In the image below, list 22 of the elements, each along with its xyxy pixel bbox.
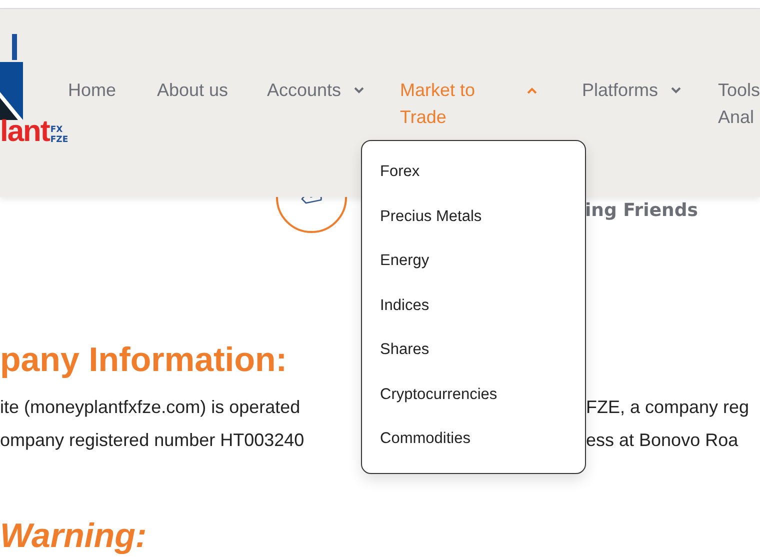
logo-superscript: FX	[50, 125, 64, 135]
nav-link[interactable]: Tools Anal	[718, 77, 760, 197]
nav-link[interactable]: Platforms	[582, 77, 718, 197]
logo-icon	[0, 34, 23, 120]
feature-label: ing Friends	[585, 200, 698, 221]
logo-text: lant	[0, 116, 50, 148]
paragraph-text: ite (moneyplantfxfze.com) is operated	[0, 396, 300, 419]
menu-item[interactable]: Precius Metals	[380, 206, 482, 250]
logo-superscript: FZE	[50, 135, 68, 145]
section-heading: pany Information:	[0, 340, 288, 381]
menu-item[interactable]: Forex	[380, 161, 420, 206]
section-heading: Warning:	[0, 516, 147, 557]
paragraph-text: ess at Bonovo Roa	[586, 429, 738, 452]
menu-item[interactable]: Energy	[380, 250, 430, 295]
menu-item[interactable]: Shares	[380, 339, 430, 384]
nav-link[interactable]: About us	[157, 77, 267, 197]
nav-link[interactable]: Home	[68, 77, 157, 197]
menu-item[interactable]: Indices	[380, 294, 430, 340]
menu-item[interactable]: Cryptocurrencies	[380, 384, 498, 428]
paragraph-text: FZE, a company reg	[586, 396, 750, 419]
menu-item[interactable]: Commodities	[380, 428, 470, 474]
paragraph-text: ompany registered number HT003240	[0, 429, 304, 452]
